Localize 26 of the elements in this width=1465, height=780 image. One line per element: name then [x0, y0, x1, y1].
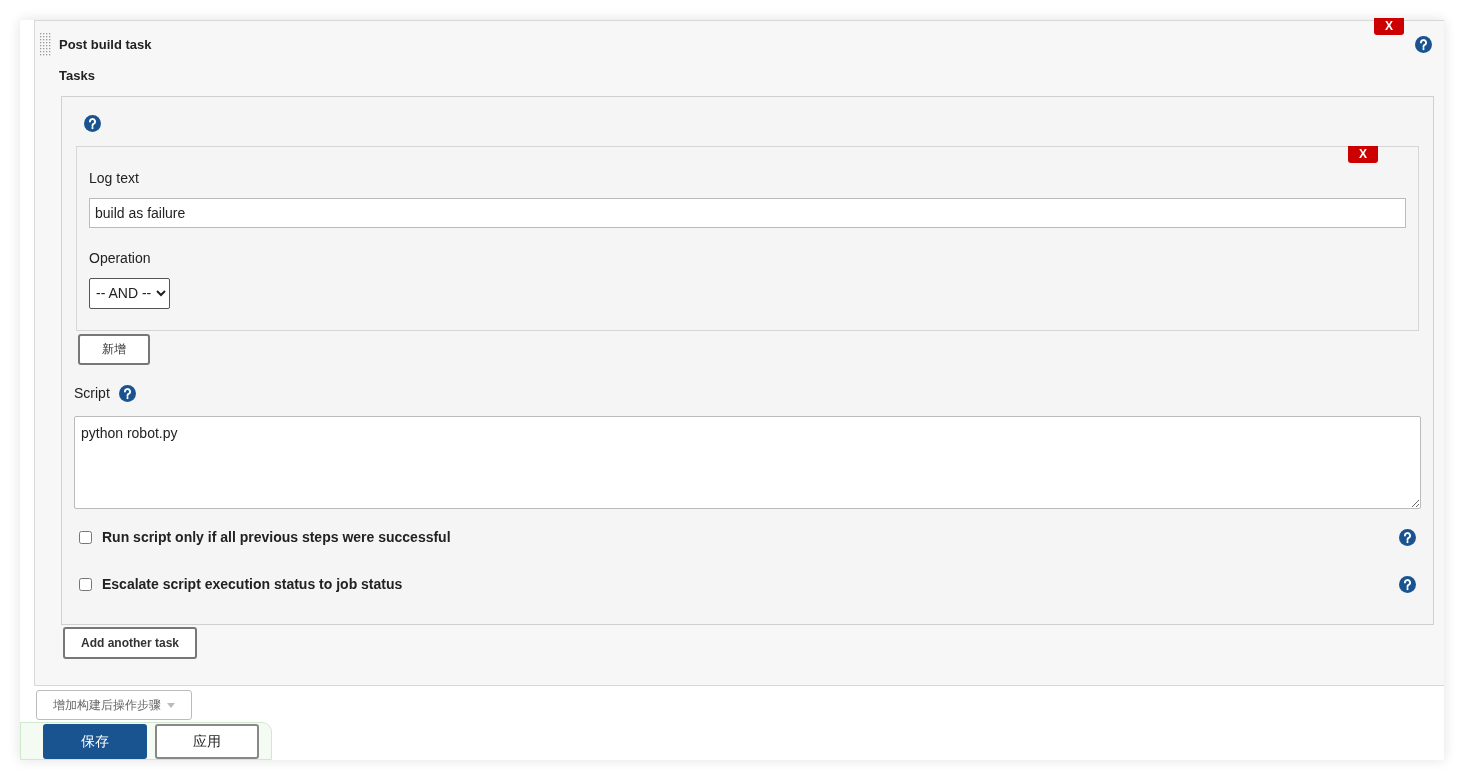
add-step-dropdown[interactable]: 增加构建后操作步骤	[36, 690, 192, 720]
field-label: Operation	[89, 248, 152, 268]
help-icon[interactable]	[1399, 528, 1416, 546]
save-button[interactable]: 保存	[43, 724, 147, 759]
help-icon[interactable]	[1399, 575, 1416, 593]
help-icon[interactable]	[118, 384, 136, 402]
field-label: Tasks	[59, 67, 96, 85]
delete-button[interactable]: X	[1348, 145, 1378, 163]
checkbox-label: Run script only if all previous steps were successful	[102, 527, 451, 547]
checkbox[interactable]	[79, 577, 92, 591]
operation-select[interactable]: -- AND --	[89, 277, 170, 309]
add-button[interactable]: 新增	[78, 333, 150, 365]
section-title: Post build task	[59, 35, 152, 54]
checkbox[interactable]	[79, 530, 92, 544]
script-textarea[interactable]: python robot.py	[74, 415, 1421, 509]
caret-icon	[167, 702, 175, 708]
log-text-field[interactable]: build as failure	[89, 197, 1406, 228]
help-icon[interactable]	[84, 114, 101, 132]
delete-button[interactable]: X	[1374, 18, 1404, 35]
field-label: Log text	[89, 168, 140, 188]
drag-handle-icon[interactable]	[40, 33, 52, 56]
apply-button[interactable]: 应用	[155, 724, 259, 759]
checkbox-label: Escalate script execution status to job status	[102, 574, 403, 594]
help-icon[interactable]	[1415, 36, 1432, 53]
add-task-button[interactable]: Add another task	[63, 626, 197, 659]
field-label: Script	[74, 383, 110, 403]
